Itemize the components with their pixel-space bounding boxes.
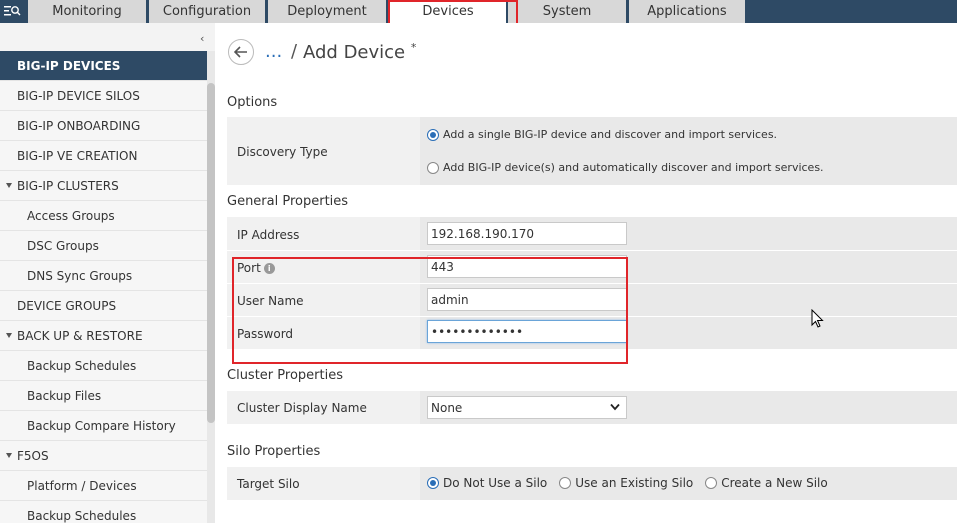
expand-caret-icon — [6, 333, 12, 338]
expand-caret-icon — [6, 183, 12, 188]
user-name-input[interactable] — [427, 288, 627, 311]
cluster-section-title: Cluster Properties — [227, 368, 343, 383]
radio-unchecked-icon[interactable] — [559, 477, 572, 489]
radio-unchecked-icon[interactable] — [427, 161, 439, 174]
page-title: Add Device * — [303, 41, 417, 63]
breadcrumb-link[interactable]: ... — [265, 41, 282, 62]
general-section-title: General Properties — [227, 194, 349, 209]
sidebar-item-backup-compare-history[interactable]: Backup Compare History — [0, 411, 207, 441]
silo-section-title: Silo Properties — [227, 444, 321, 459]
sidebar-list: BIG-IP DEVICES BIG-IP DEVICE SILOS BIG-I… — [0, 51, 207, 523]
discovery-option-multiple[interactable]: Add BIG-IP device(s) and automatically d… — [427, 161, 824, 174]
user-name-label: User Name — [237, 294, 304, 308]
sidebar-item-access-groups[interactable]: Access Groups — [0, 201, 207, 231]
target-silo-radio-group: Do Not Use a Silo Use an Existing Silo C… — [427, 476, 840, 490]
sidebar-item-f5os-backup-schedules[interactable]: Backup Schedules — [0, 501, 207, 523]
sidebar-item-device-groups[interactable]: DEVICE GROUPS — [0, 291, 207, 321]
radio-checked-icon[interactable] — [427, 128, 439, 141]
expand-caret-icon — [6, 453, 12, 458]
info-icon[interactable]: i — [263, 263, 275, 274]
chevron-down-icon — [610, 403, 620, 411]
collapse-sidebar-icon[interactable]: ‹ — [200, 33, 210, 44]
sidebar-item-big-ip-onboarding[interactable]: BIG-IP ONBOARDING — [0, 111, 207, 141]
discovery-type-row: Discovery Type Add a single BIG-IP devic… — [227, 117, 957, 185]
tab-deployment[interactable]: Deployment — [268, 0, 386, 23]
top-navigation-bar: Monitoring Configuration Deployment Devi… — [0, 0, 957, 23]
discovery-type-field: Add a single BIG-IP device and discover … — [420, 117, 957, 185]
sidebar: ‹ BIG-IP DEVICES BIG-IP DEVICE SILOS BIG… — [0, 23, 215, 523]
port-input[interactable] — [427, 255, 627, 278]
breadcrumb-separator: / — [291, 41, 298, 62]
sidebar-group-f5os[interactable]: F5OS — [0, 441, 207, 471]
sidebar-item-backup-schedules[interactable]: Backup Schedules — [0, 351, 207, 381]
silo-option-new[interactable]: Create a New Silo — [705, 476, 828, 490]
radio-checked-icon[interactable] — [427, 477, 439, 489]
menu-search-icon[interactable] — [3, 3, 21, 19]
tab-configuration[interactable]: Configuration — [149, 0, 265, 23]
ip-address-input[interactable] — [427, 222, 627, 245]
tab-applications[interactable]: Applications — [629, 0, 745, 23]
sidebar-group-label: BIG-IP CLUSTERS — [17, 178, 119, 193]
cluster-display-name-label: Cluster Display Name — [237, 401, 367, 415]
sidebar-item-backup-files[interactable]: Backup Files — [0, 381, 207, 411]
silo-option-existing[interactable]: Use an Existing Silo — [559, 476, 693, 490]
radio-unchecked-icon[interactable] — [705, 477, 718, 489]
cluster-display-name-select[interactable]: None — [427, 396, 627, 419]
mouse-cursor-icon — [811, 309, 824, 328]
password-input[interactable] — [427, 320, 627, 343]
sidebar-group-big-ip-clusters[interactable]: BIG-IP CLUSTERS — [0, 171, 207, 201]
tab-monitoring[interactable]: Monitoring — [28, 0, 146, 23]
discovery-type-label: Discovery Type — [237, 145, 328, 159]
sidebar-item-big-ip-devices[interactable]: BIG-IP DEVICES — [0, 51, 207, 81]
sidebar-item-dsc-groups[interactable]: DSC Groups — [0, 231, 207, 261]
arrow-left-icon — [234, 46, 247, 58]
port-label: Port i — [237, 261, 275, 275]
sidebar-header: ‹ — [0, 23, 215, 53]
password-label: Password — [237, 327, 294, 341]
tab-devices[interactable]: Devices — [390, 0, 506, 23]
tab-system[interactable]: System — [508, 0, 626, 23]
ip-address-label: IP Address — [237, 228, 300, 242]
main-content: ... / Add Device * Options Discovery Typ… — [215, 23, 957, 523]
sidebar-item-big-ip-device-silos[interactable]: BIG-IP DEVICE SILOS — [0, 81, 207, 111]
sidebar-item-big-ip-ve-creation[interactable]: BIG-IP VE CREATION — [0, 141, 207, 171]
target-silo-row: Target Silo Do Not Use a Silo Use an Exi… — [227, 467, 957, 500]
sidebar-scrollbar-thumb[interactable] — [207, 83, 215, 423]
sidebar-item-platform-devices[interactable]: Platform / Devices — [0, 471, 207, 501]
discovery-option-single[interactable]: Add a single BIG-IP device and discover … — [427, 128, 777, 141]
back-button[interactable] — [228, 39, 254, 65]
options-section-title: Options — [227, 95, 278, 110]
silo-option-none[interactable]: Do Not Use a Silo — [427, 476, 547, 490]
target-silo-label: Target Silo — [237, 477, 300, 491]
sidebar-group-label: BACK UP & RESTORE — [17, 328, 143, 343]
sidebar-item-dns-sync-groups[interactable]: DNS Sync Groups — [0, 261, 207, 291]
sidebar-group-back-up-restore[interactable]: BACK UP & RESTORE — [0, 321, 207, 351]
required-mark: * — [410, 41, 417, 54]
sidebar-group-label: F5OS — [17, 448, 49, 463]
